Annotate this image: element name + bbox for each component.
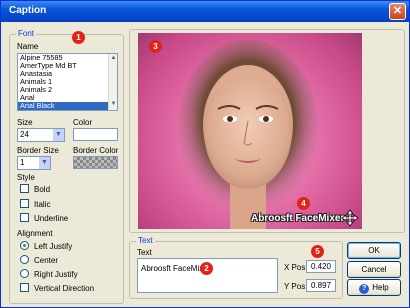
ypos-field[interactable]: 0.897 [306, 279, 336, 292]
size-select[interactable]: 24 ▼ [17, 128, 65, 142]
help-button[interactable]: ? Help [347, 279, 401, 296]
left-justify-label: Left Justify [34, 242, 73, 251]
xpos-label: X Pos: [284, 263, 308, 272]
color-swatch[interactable] [73, 128, 118, 141]
font-list-scrollbar[interactable]: ▲ ▼ [108, 54, 117, 110]
chevron-down-icon[interactable]: ▼ [53, 129, 64, 141]
font-name-list[interactable]: Alpine 75585 AmerType Md BT Anastasia An… [17, 53, 118, 111]
bold-checkbox[interactable] [20, 184, 29, 193]
border-color-swatch[interactable] [73, 156, 118, 169]
ypos-label: Y Pos: [284, 282, 308, 291]
ok-button[interactable]: OK [347, 242, 401, 259]
caption-dialog: Caption ✕ Font 1 Name Alpine 75585 AmerT… [0, 0, 410, 308]
text-group-label: Text [136, 236, 155, 245]
face-photo [178, 40, 318, 229]
callout-badge-2: 2 [200, 262, 213, 275]
caption-overlay-text[interactable]: Abroosft FaceMixer [251, 213, 344, 224]
title-bar[interactable]: Caption ✕ [1, 1, 409, 22]
callout-badge-5: 5 [311, 245, 324, 258]
xpos-field[interactable]: 0.420 [306, 260, 336, 273]
vertical-direction-checkbox[interactable] [20, 283, 29, 292]
size-label: Size [17, 118, 33, 127]
bold-label: Bold [34, 185, 51, 194]
underline-checkbox[interactable] [20, 213, 29, 222]
help-label: Help [372, 283, 389, 292]
size-value: 24 [20, 130, 29, 139]
font-group-label: Font [16, 29, 37, 38]
border-color-label: Border Color [73, 146, 119, 155]
left-justify-radio[interactable] [20, 241, 29, 250]
preview-image[interactable]: Abroosft FaceMixer [138, 33, 362, 229]
close-button[interactable]: ✕ [389, 3, 406, 20]
text-label: Text [137, 248, 152, 257]
window-title: Caption [9, 5, 47, 16]
color-label: Color [73, 118, 93, 127]
italic-checkbox[interactable] [20, 199, 29, 208]
help-icon: ? [359, 284, 370, 294]
style-label: Style [17, 173, 35, 182]
name-label: Name [17, 42, 39, 51]
cancel-button[interactable]: Cancel [347, 261, 401, 278]
alignment-label: Alignment [17, 229, 53, 238]
vertical-direction-label: Vertical Direction [34, 284, 95, 293]
center-label: Center [34, 256, 59, 265]
scroll-down-arrow-icon[interactable]: ▼ [110, 101, 117, 109]
move-cursor-icon [341, 209, 359, 227]
callout-badge-4: 4 [297, 197, 310, 210]
italic-label: Italic [34, 200, 51, 209]
right-justify-radio[interactable] [20, 269, 29, 278]
callout-badge-1: 1 [72, 31, 85, 44]
underline-label: Underline [34, 214, 69, 223]
scroll-up-arrow-icon[interactable]: ▲ [110, 55, 117, 63]
right-justify-label: Right Justify [34, 270, 78, 279]
callout-badge-3: 3 [149, 40, 162, 53]
center-radio[interactable] [20, 255, 29, 264]
border-size-value: 1 [20, 158, 25, 167]
font-list-item-selected[interactable]: Arial Black [18, 102, 117, 110]
border-size-label: Border Size [17, 146, 59, 155]
border-size-select[interactable]: 1 ▼ [17, 156, 51, 170]
chevron-down-icon[interactable]: ▼ [39, 157, 50, 169]
